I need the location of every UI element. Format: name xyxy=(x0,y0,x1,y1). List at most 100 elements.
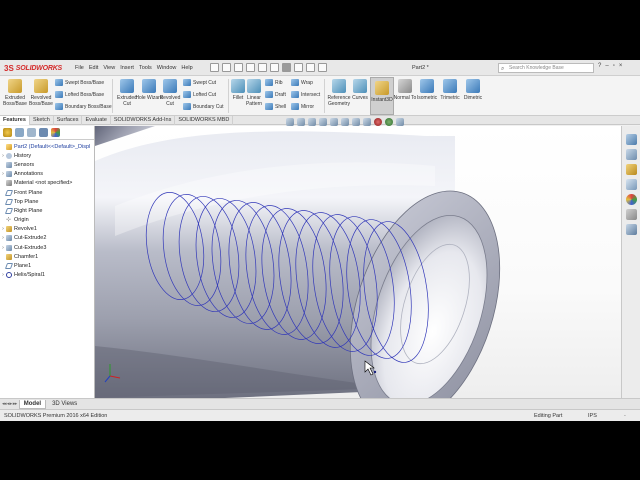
save-icon[interactable] xyxy=(234,63,243,72)
shell-button[interactable]: Shell xyxy=(265,102,286,111)
select-pointer-icon[interactable] xyxy=(282,63,291,72)
apply-scene-icon[interactable] xyxy=(385,118,393,126)
print-icon[interactable] xyxy=(246,63,255,72)
tree-item[interactable]: Top Plane xyxy=(0,197,94,206)
view-palette-icon[interactable] xyxy=(625,179,637,190)
tree-item[interactable]: Right Plane xyxy=(0,206,94,215)
tab-evaluate[interactable]: Evaluate xyxy=(82,116,111,125)
tab-features[interactable]: Features xyxy=(0,116,30,125)
tab-sketch[interactable]: Sketch xyxy=(30,116,54,125)
boundary-boss-button[interactable]: Boundary Boss/Base xyxy=(55,102,112,111)
display-manager-tab-icon[interactable] xyxy=(51,128,60,137)
tree-item[interactable]: › Cut-Extrude2 xyxy=(0,234,94,243)
units-selector[interactable]: IPS xyxy=(588,413,597,419)
linear-pattern-button[interactable]: Linear Pattern xyxy=(240,78,268,107)
close-icon[interactable]: × xyxy=(619,63,623,69)
boundary-cut-label: Boundary Cut xyxy=(193,103,224,110)
rebuild-icon[interactable] xyxy=(294,63,303,72)
restore-icon[interactable]: ▫ xyxy=(613,63,615,69)
dynamic-annotation-icon[interactable] xyxy=(330,118,338,126)
tree-item-part[interactable]: Part2 (Default<<Default>_Displ xyxy=(0,142,94,151)
tree-item[interactable]: Chamfer1 xyxy=(0,252,94,261)
draft-button[interactable]: Draft xyxy=(265,90,286,99)
sensor-icon xyxy=(6,161,12,168)
tree-item[interactable]: Sensors xyxy=(0,160,94,169)
design-library-icon[interactable] xyxy=(625,149,637,160)
tab-3d-views[interactable]: 3D Views xyxy=(48,400,81,409)
tree-item[interactable]: Material <not specified> xyxy=(0,179,94,188)
tab-mbd[interactable]: SOLIDWORKS MBD xyxy=(175,116,234,125)
intersect-button[interactable]: Intersect xyxy=(291,90,320,99)
menu-file[interactable]: File xyxy=(75,65,84,71)
tab-addins[interactable]: SOLIDWORKS Add-Ins xyxy=(111,116,176,125)
search-input[interactable]: ⌕ Search Knowledge Base xyxy=(498,63,594,73)
minimize-icon[interactable]: – xyxy=(605,63,608,69)
extruded-boss-button[interactable]: Extruded Boss/Base xyxy=(1,78,29,107)
property-manager-tab-icon[interactable] xyxy=(15,128,24,137)
display-style-icon[interactable] xyxy=(352,118,360,126)
feature-manager-tab-icon[interactable] xyxy=(3,128,12,137)
help-icon[interactable]: ? xyxy=(598,63,601,69)
view-orientation-icon[interactable] xyxy=(341,118,349,126)
appearances-scenes-icon[interactable] xyxy=(625,194,637,205)
swept-cut-button[interactable]: Swept Cut xyxy=(183,78,216,87)
open-icon[interactable] xyxy=(222,63,231,72)
redo-icon[interactable] xyxy=(270,63,279,72)
options-gear-icon[interactable] xyxy=(318,63,327,72)
tree-item[interactable]: › Revolve1 xyxy=(0,225,94,234)
menu-edit[interactable]: Edit xyxy=(89,65,98,71)
section-view-icon[interactable] xyxy=(319,118,327,126)
file-explorer-icon[interactable] xyxy=(625,164,637,175)
swept-boss-button[interactable]: Swept Boss/Base xyxy=(55,78,104,87)
file-properties-icon[interactable] xyxy=(306,63,315,72)
revolved-cut-button[interactable]: Revolved Cut xyxy=(156,78,184,107)
lofted-cut-button[interactable]: Lofted Cut xyxy=(183,90,216,99)
status-bar: SOLIDWORKS Premium 2016 x64 Edition Edit… xyxy=(0,409,640,421)
wrap-button[interactable]: Wrap xyxy=(291,78,313,87)
menu-help[interactable]: Help xyxy=(181,65,192,71)
lofted-boss-button[interactable]: Lofted Boss/Base xyxy=(55,90,104,99)
configuration-manager-tab-icon[interactable] xyxy=(27,128,36,137)
tree-item[interactable]: › Cut-Extrude3 xyxy=(0,243,94,252)
tab-scroll-arrows-icon[interactable]: ◂◂ ◂ ▸ ▸▸ xyxy=(2,401,17,407)
boundary-cut-button[interactable]: Boundary Cut xyxy=(183,102,224,111)
lofted-boss-label: Lofted Boss/Base xyxy=(65,91,105,98)
tree-item-label: Material <not specified> xyxy=(14,180,73,187)
graphics-area[interactable] xyxy=(95,126,621,398)
tree-item[interactable]: › History xyxy=(0,151,94,160)
zoom-to-fit-icon[interactable] xyxy=(286,118,294,126)
solidworks-resources-icon[interactable] xyxy=(625,134,637,145)
menu-window[interactable]: Window xyxy=(157,65,177,71)
solidworks-forum-icon[interactable] xyxy=(625,224,637,235)
menu-tools[interactable]: Tools xyxy=(139,65,152,71)
tree-item-label: Sensors xyxy=(14,161,35,168)
tree-item[interactable]: ⊹ Origin xyxy=(0,216,94,225)
undo-icon[interactable] xyxy=(258,63,267,72)
new-document-icon[interactable] xyxy=(210,63,219,72)
tree-item[interactable]: Front Plane xyxy=(0,188,94,197)
dimxpert-tab-icon[interactable] xyxy=(39,128,48,137)
tab-surfaces[interactable]: Surfaces xyxy=(54,116,83,125)
draft-label: Draft xyxy=(275,91,286,98)
rib-label: Rib xyxy=(275,79,283,86)
tree-item[interactable]: › Annotations xyxy=(0,170,94,179)
tree-item[interactable]: › Helix/Spiral1 xyxy=(0,271,94,280)
rib-button[interactable]: Rib xyxy=(265,78,283,87)
tree-item[interactable]: Plane1 xyxy=(0,261,94,270)
menu-view[interactable]: View xyxy=(103,65,115,71)
brand-name: SOLIDWORKS xyxy=(15,65,63,72)
edit-appearance-icon[interactable] xyxy=(374,118,382,126)
mirror-button[interactable]: Mirror xyxy=(291,102,314,111)
linear-pattern-icon xyxy=(247,79,261,93)
custom-properties-icon[interactable] xyxy=(625,209,637,220)
tab-model[interactable]: Model xyxy=(18,399,47,409)
helix-icon xyxy=(6,272,12,279)
dimetric-button[interactable]: Dimetric xyxy=(459,78,487,101)
hide-show-items-icon[interactable] xyxy=(363,118,371,126)
menu-insert[interactable]: Insert xyxy=(120,65,134,71)
view-settings-icon[interactable] xyxy=(396,118,404,126)
revolved-boss-button[interactable]: Revolved Boss/Base xyxy=(27,78,55,107)
previous-view-icon[interactable] xyxy=(308,118,316,126)
zoom-to-area-icon[interactable] xyxy=(297,118,305,126)
solidworks-logo[interactable]: 3S SOLIDWORKS xyxy=(4,63,62,74)
